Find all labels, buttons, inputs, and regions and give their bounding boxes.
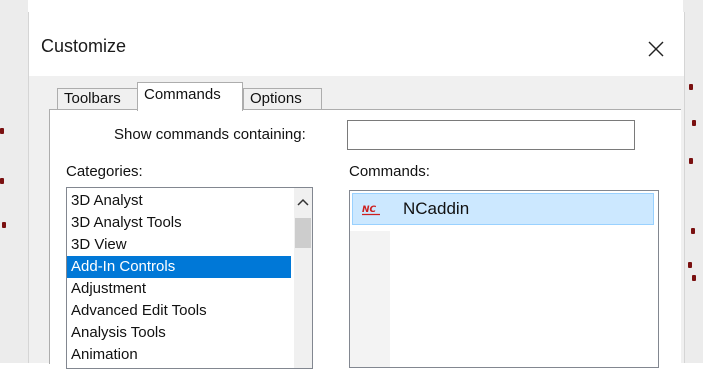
background-speck [2, 222, 6, 228]
categories-scrollbar[interactable] [294, 188, 312, 368]
category-item-selected[interactable]: Add-In Controls [67, 256, 291, 278]
background-speck [691, 228, 695, 234]
background-speck [692, 120, 696, 126]
background-speck [0, 178, 4, 184]
background-speck [692, 275, 696, 281]
close-icon [648, 41, 664, 57]
category-item[interactable]: 3D View [67, 234, 291, 256]
nc-addin-icon: NC [362, 205, 380, 216]
commands-tab-panel: Show commands containing: Categories: Co… [49, 109, 681, 369]
categories-label: Categories: [66, 163, 143, 180]
background-speck [0, 128, 4, 134]
background-left [0, 0, 28, 363]
customize-dialog: Customize Toolbars Commands Options Show… [28, 12, 685, 369]
category-item[interactable]: 3D Analyst [67, 190, 291, 212]
background-speck [689, 158, 693, 164]
tab-options[interactable]: Options [243, 88, 322, 109]
category-item[interactable]: Analysis Tools [67, 322, 291, 344]
close-button[interactable] [641, 34, 671, 64]
categories-list[interactable]: 3D Analyst 3D Analyst Tools 3D View Add-… [66, 187, 313, 369]
background-right [683, 0, 703, 363]
tab-commands[interactable]: Commands [137, 82, 243, 111]
background-speck [689, 84, 693, 90]
category-item[interactable]: Adjustment [67, 278, 291, 300]
chevron-up-icon [297, 198, 309, 206]
category-item[interactable]: Advanced Edit Tools [67, 300, 291, 322]
command-item-ncaddin[interactable]: NC NCaddin [352, 193, 654, 225]
dialog-title: Customize [41, 36, 127, 56]
commands-label: Commands: [349, 163, 430, 180]
svg-text:NC: NC [362, 205, 377, 215]
title-bar: Customize [29, 12, 684, 76]
icon-gutter [350, 231, 390, 367]
search-label: Show commands containing: [114, 126, 306, 143]
background-speck [688, 262, 692, 268]
search-input[interactable] [347, 120, 635, 150]
scroll-up-button[interactable] [294, 192, 312, 212]
scroll-thumb[interactable] [295, 218, 311, 248]
category-item[interactable]: 3D Analyst Tools [67, 212, 291, 234]
commands-list[interactable]: NC NCaddin [349, 190, 659, 368]
command-item-label: NCaddin [403, 199, 470, 218]
tab-toolbars[interactable]: Toolbars [57, 88, 138, 109]
